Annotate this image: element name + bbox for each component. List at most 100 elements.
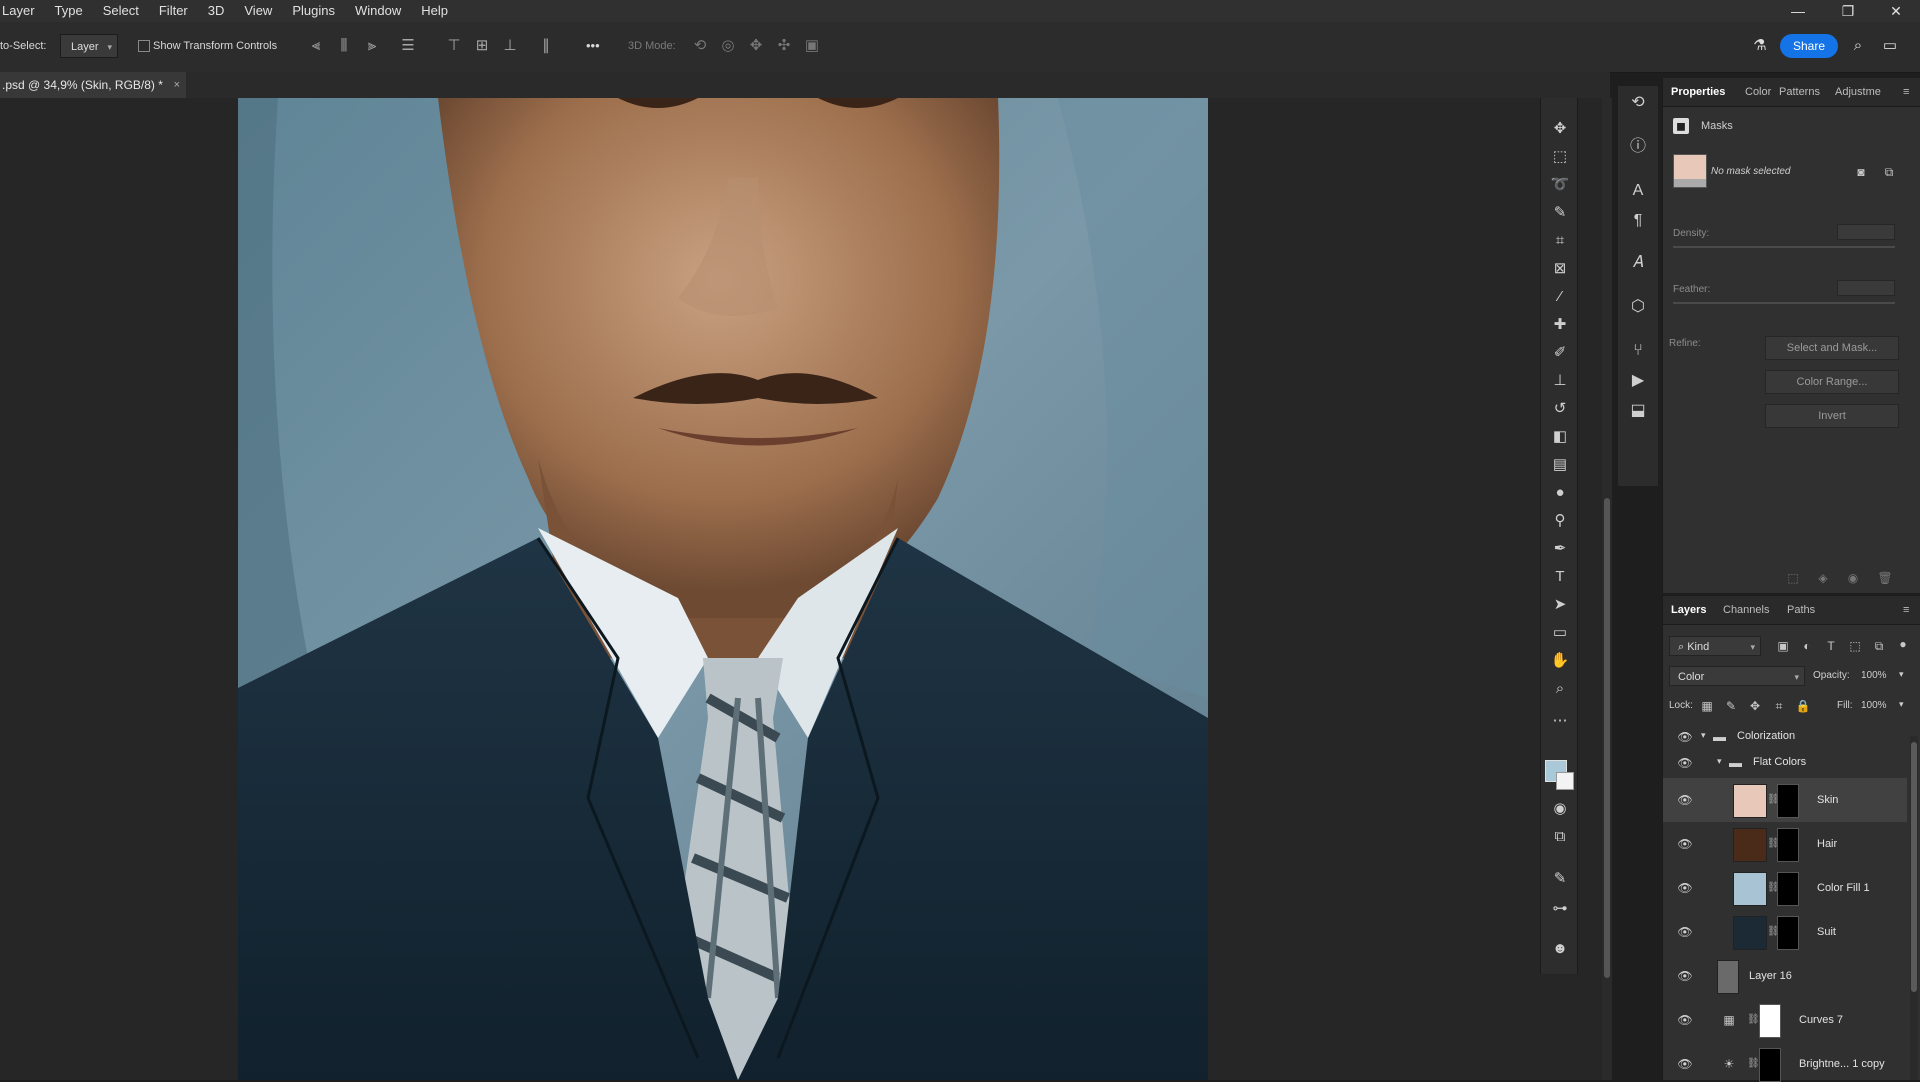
background-color-swatch[interactable] [1556,772,1574,790]
filter-smart-icon[interactable]: ⧉ [1871,638,1887,654]
document-canvas[interactable] [238,98,1208,1080]
healing-brush-tool-icon[interactable]: ✚ [1549,314,1571,336]
blur-tool-icon[interactable]: ● [1549,482,1571,504]
dodge-tool-icon[interactable]: ⚲ [1549,510,1571,532]
scrollbar-thumb[interactable] [1911,742,1917,992]
lock-position-icon[interactable]: ✥ [1747,698,1763,714]
actions-play-icon[interactable]: ▶ [1627,370,1649,392]
tab-layers[interactable]: Layers [1671,596,1706,624]
brush-settings-icon[interactable]: ✎ [1549,868,1571,890]
filter-adjustment-icon[interactable]: ◐ [1799,638,1815,654]
layer-mask-thumbnail[interactable] [1759,1004,1781,1038]
menu-3d[interactable]: 3D [198,0,235,22]
lock-pixels-icon[interactable]: ✎ [1723,698,1739,714]
roll-3d-icon[interactable]: ◎ [718,36,738,56]
feather-field[interactable] [1837,280,1895,296]
move-tool-icon[interactable]: ✥ [1549,118,1571,140]
layer-color-fill-1[interactable]: 👁 ⛓ Color Fill 1 [1663,866,1907,910]
select-and-mask-button[interactable]: Select and Mask... [1765,336,1899,360]
clone-stamp-tool-icon[interactable]: ⊥ [1549,370,1571,392]
paragraph-icon[interactable]: ¶ [1627,210,1649,232]
eye-icon[interactable]: 👁 [1677,755,1693,771]
menu-help[interactable]: Help [411,0,458,22]
vector-mask-icon[interactable]: ⧉ [1881,164,1897,180]
lock-artboard-icon[interactable]: ⌗ [1771,698,1787,714]
filter-shape-icon[interactable]: ⬚ [1847,638,1863,654]
blend-mode-dropdown[interactable]: Color ▾ [1669,666,1805,686]
adjustments-icon[interactable]: ⊶ [1549,898,1571,920]
load-selection-icon[interactable]: ⬚ [1785,570,1801,586]
fill-value[interactable]: 100% [1861,700,1887,711]
link-icon[interactable]: ⛓ [1767,793,1780,807]
invert-button[interactable]: Invert [1765,404,1899,428]
menu-view[interactable]: View [234,0,282,22]
more-options[interactable]: ••• [586,38,600,53]
layer-mask-thumbnail[interactable] [1777,828,1799,862]
menu-window[interactable]: Window [345,0,411,22]
scrollbar-thumb[interactable] [1604,498,1610,978]
search-icon[interactable]: ⌕ [1848,36,1868,56]
3d-panel-icon[interactable]: ⬡ [1627,296,1649,318]
eye-icon[interactable]: 👁 [1677,1012,1693,1028]
link-icon[interactable]: ⛓ [1747,1013,1760,1027]
link-icon[interactable]: ⛓ [1767,881,1780,895]
show-transform-checkbox[interactable] [138,40,150,52]
close-tab-icon[interactable]: × [174,72,180,98]
link-icon[interactable]: ⛓ [1767,837,1780,851]
screen-mode-icon[interactable]: ⧉ [1549,826,1571,848]
panel-menu-icon[interactable]: ≡ [1903,78,1909,106]
tab-properties[interactable]: Properties [1671,78,1725,106]
link-icon[interactable]: ⛓ [1767,925,1780,939]
flask-icon[interactable]: ⚗ [1750,36,1770,56]
distribute-vertical-icon[interactable]: ∥ [536,36,556,56]
frame-tool-icon[interactable]: ⊠ [1549,258,1571,280]
hand-tool-icon[interactable]: ✋ [1549,650,1571,672]
layer-brightness-copy[interactable]: 👁 ☀ ⛓ Brightne... 1 copy [1663,1042,1907,1082]
chevron-down-icon[interactable]: ▾ [1899,699,1904,710]
menu-layer[interactable]: Layer [0,0,45,22]
feather-slider[interactable] [1673,302,1895,304]
eye-icon[interactable]: 👁 [1677,792,1693,808]
more-tools-icon[interactable]: ⋯ [1549,710,1571,732]
orbit-3d-icon[interactable]: ⟲ [690,36,710,56]
crop-tool-icon[interactable]: ⌗ [1549,230,1571,252]
eye-icon[interactable]: 👁 [1677,968,1693,984]
eyedropper-tool-icon[interactable]: ⁄ [1549,286,1571,308]
canvas-scrollbar[interactable] [1602,98,1612,1080]
lasso-tool-icon[interactable]: ➰ [1549,174,1571,196]
path-select-tool-icon[interactable]: ➤ [1549,594,1571,616]
color-range-button[interactable]: Color Range... [1765,370,1899,394]
tab-patterns[interactable]: Patterns [1779,78,1820,106]
brushes-panel-icon[interactable]: ⑂ [1627,340,1649,362]
pan-3d-icon[interactable]: ✥ [746,36,766,56]
minimize-icon[interactable]: — [1776,0,1820,22]
tab-adjustments[interactable]: Adjustme [1835,78,1881,106]
opacity-value[interactable]: 100% [1861,670,1887,681]
layer-filter-dropdown[interactable]: ⌕ Kind ▾ [1669,636,1761,656]
slide-3d-icon[interactable]: ✣ [774,36,794,56]
user-panel-icon[interactable]: ☻ [1549,938,1571,960]
filter-toggle-icon[interactable]: ● [1895,636,1911,652]
visibility-mask-icon[interactable]: ◉ [1845,570,1861,586]
delete-mask-icon[interactable]: 🗑 [1877,570,1893,586]
density-field[interactable] [1837,224,1895,240]
plugins-icon[interactable]: ⬓ [1627,400,1649,422]
character-icon[interactable]: A [1627,180,1649,202]
layer-group-colorization[interactable]: 👁 ▾ ▬ Colorization [1663,724,1907,750]
brush-tool-icon[interactable]: ✐ [1549,342,1571,364]
canvas-area[interactable] [0,98,1610,1080]
eraser-tool-icon[interactable]: ◧ [1549,426,1571,448]
share-button[interactable]: Share [1780,34,1838,58]
history-brush-tool-icon[interactable]: ↺ [1549,398,1571,420]
auto-select-dropdown[interactable]: Layer ▾ [60,34,118,58]
layer-hair[interactable]: 👁 ⛓ Hair [1663,822,1907,866]
tab-paths[interactable]: Paths [1787,596,1815,624]
align-center-icon[interactable]: ⫼ [334,36,354,56]
lock-transparency-icon[interactable]: ▦ [1699,698,1715,714]
eye-icon[interactable]: 👁 [1677,836,1693,852]
layer-mask-thumbnail[interactable] [1777,784,1799,818]
history-icon[interactable]: ⟲ [1627,92,1649,114]
layer-mask-thumbnail[interactable] [1759,1048,1781,1082]
menu-filter[interactable]: Filter [149,0,198,22]
distribute-icon[interactable]: ☰ [398,36,418,56]
